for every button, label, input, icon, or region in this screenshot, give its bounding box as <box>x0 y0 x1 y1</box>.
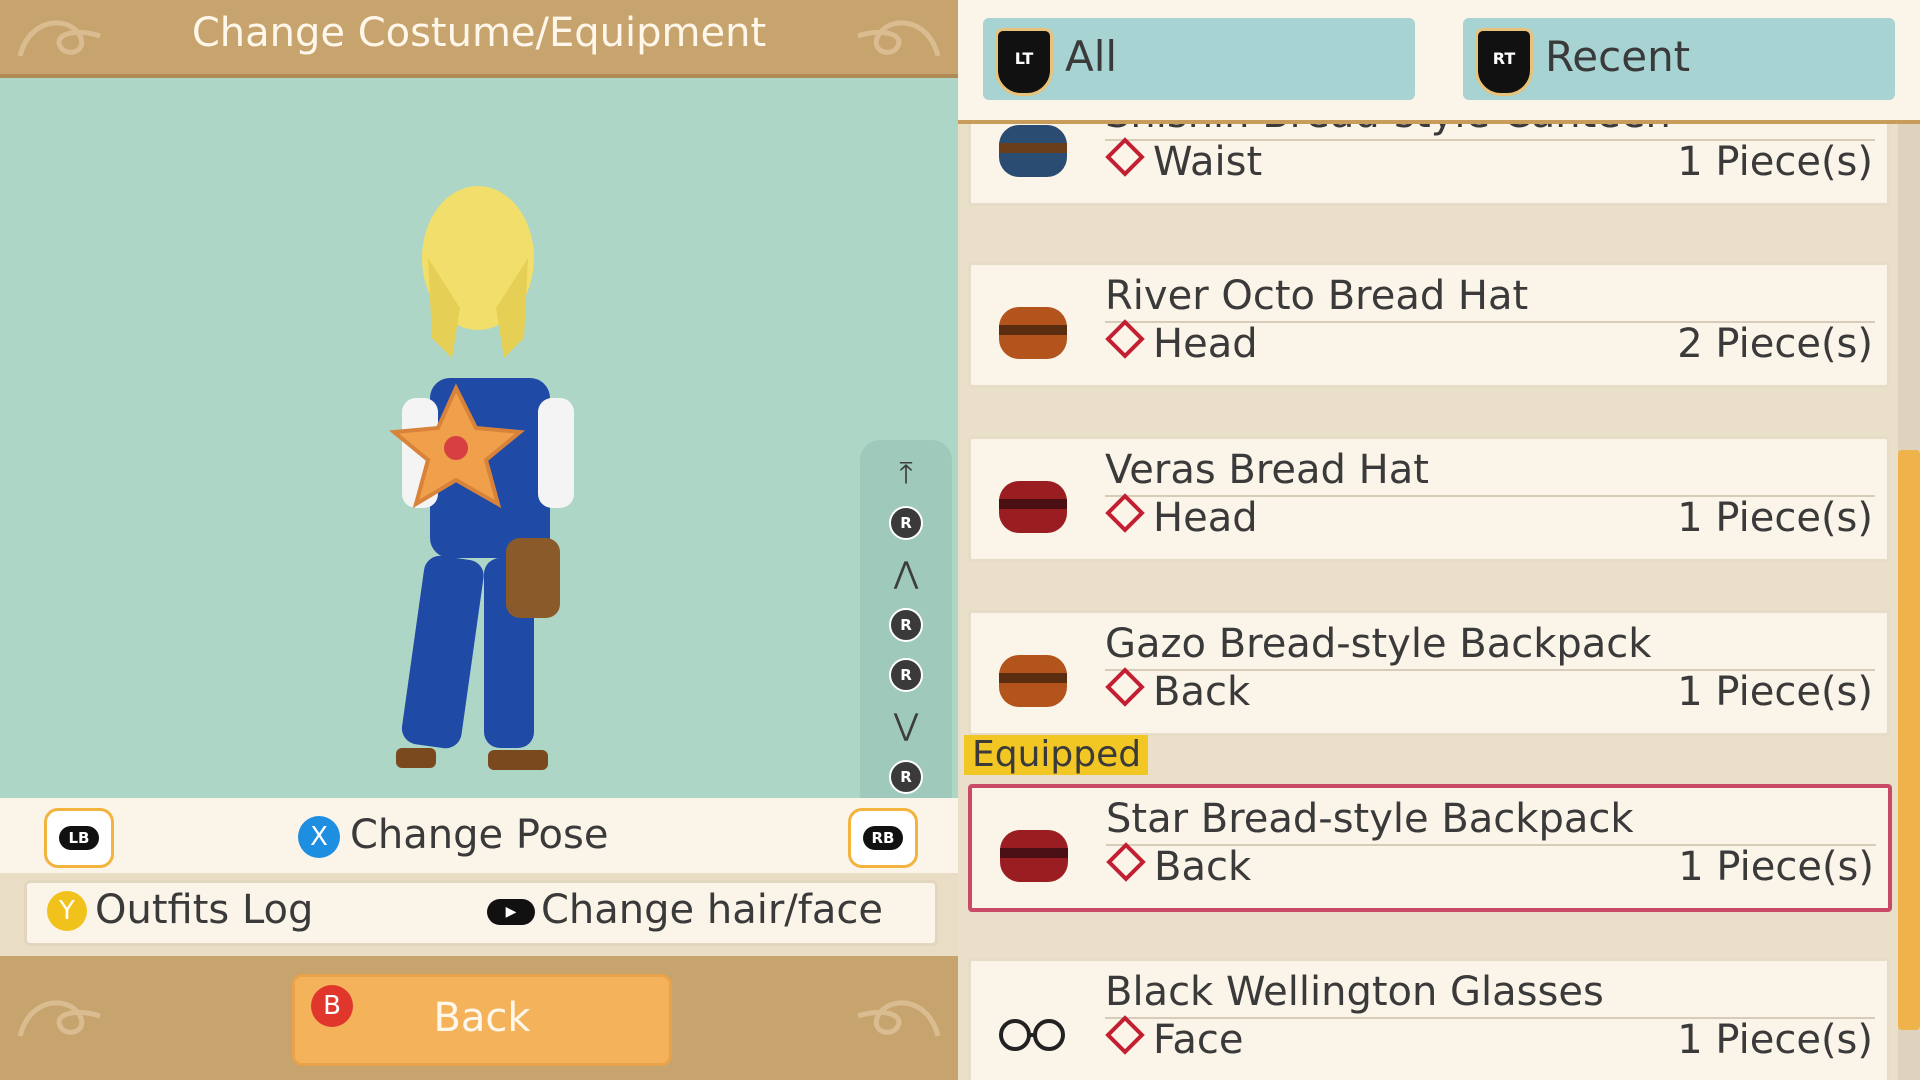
item-slot: Face <box>1105 1015 1244 1063</box>
backpack-icon <box>999 655 1067 707</box>
slot-label: Back <box>1154 844 1252 890</box>
r-label: R <box>889 506 923 540</box>
lb-button[interactable]: LB <box>44 808 114 868</box>
right-stick-right-icon[interactable]: R <box>878 658 934 698</box>
bread-hat-icon <box>999 481 1067 533</box>
item-name: Black Wellington Glasses <box>1105 969 1604 1015</box>
item-list[interactable]: Shishin Bread-style Canteen Waist 1 Piec… <box>958 124 1898 1080</box>
bread-hat-icon <box>999 307 1067 359</box>
slot-label: Head <box>1153 495 1258 541</box>
page-title: Change Costume/Equipment <box>191 10 767 56</box>
change-hair-face-button[interactable]: Change hair/face <box>541 887 883 933</box>
item-name: Star Bread-style Backpack <box>1106 796 1634 842</box>
lt-button-icon: LT <box>995 28 1053 96</box>
camera-down-icon[interactable]: ⋁ <box>878 708 934 748</box>
slot-label: Head <box>1153 321 1258 367</box>
right-stick-up-icon[interactable]: R <box>878 506 934 546</box>
outfits-log-button[interactable]: Outfits Log <box>95 887 313 933</box>
tab-all-label: All <box>1065 32 1118 81</box>
scrollbar[interactable] <box>1898 124 1920 1080</box>
camera-top-icon[interactable]: ⤒ <box>878 456 934 496</box>
ornament-icon <box>857 1000 941 1037</box>
right-stick-down-icon[interactable]: R <box>878 760 934 800</box>
slot-diamond-icon <box>1105 137 1145 177</box>
ornament-icon <box>17 1000 101 1037</box>
rb-button[interactable]: RB <box>848 808 918 868</box>
item-count: 1 Piece(s) <box>1678 844 1874 890</box>
tab-bar: LT All RT Recent <box>958 0 1920 124</box>
slot-label: Back <box>1153 669 1251 715</box>
item-panel: LT All RT Recent Shishin Bread-style Can… <box>958 0 1920 1080</box>
camera-up-icon[interactable]: ⋀ <box>878 556 934 596</box>
rt-button-icon: RT <box>1475 28 1533 96</box>
list-item-equipped[interactable]: Star Bread-style Backpack Back 1 Piece(s… <box>968 784 1892 912</box>
lb-label: LB <box>59 826 99 850</box>
item-count: 1 Piece(s) <box>1677 1017 1873 1063</box>
footer: B Back <box>0 956 958 1080</box>
item-name: Gazo Bread-style Backpack <box>1105 621 1652 667</box>
stick-icon[interactable]: ▶ <box>487 899 535 925</box>
rb-label: RB <box>863 826 903 850</box>
item-count: 2 Piece(s) <box>1677 321 1873 367</box>
back-label: Back <box>433 995 531 1041</box>
item-slot: Head <box>1105 319 1258 367</box>
tab-recent-label: Recent <box>1545 32 1691 81</box>
list-item[interactable]: Gazo Bread-style Backpack Back 1 Piece(s… <box>968 610 1890 736</box>
x-button-icon[interactable]: X <box>298 816 340 858</box>
options-bar: Y Outfits Log ▶ Change hair/face <box>24 880 938 946</box>
list-item[interactable]: Black Wellington Glasses Face 1 Piece(s) <box>968 958 1890 1080</box>
y-button-icon[interactable]: Y <box>47 891 87 931</box>
slot-diamond-icon <box>1105 319 1145 359</box>
list-item[interactable]: Shishin Bread-style Canteen Waist 1 Piec… <box>968 124 1890 206</box>
right-stick-left-icon[interactable]: R <box>878 608 934 648</box>
glasses-icon <box>999 1019 1065 1051</box>
r-label: R <box>889 608 923 642</box>
character-viewport[interactable]: ⤒ R ⋀ R R ⋁ R ⤓ <box>0 78 958 870</box>
pose-bar: LB X Change Pose RB <box>0 798 958 873</box>
back-button[interactable]: B Back <box>292 974 672 1066</box>
item-name: River Octo Bread Hat <box>1105 273 1529 319</box>
preview-panel: Change Costume/Equipment ⤒ R ⋀ R R ⋁ R L… <box>0 0 958 1080</box>
item-name: Shishin Bread-style Canteen <box>1105 124 1671 137</box>
slot-diamond-icon <box>1105 667 1145 707</box>
ornament-icon <box>857 20 941 57</box>
item-count: 1 Piece(s) <box>1677 495 1873 541</box>
r-label: R <box>889 760 923 794</box>
equipped-badge: Equipped <box>964 735 1148 775</box>
slot-diamond-icon <box>1105 1015 1145 1055</box>
item-slot: Waist <box>1105 137 1263 185</box>
slot-diamond-icon <box>1106 842 1146 882</box>
item-count: 1 Piece(s) <box>1677 139 1873 185</box>
item-slot: Back <box>1106 842 1252 890</box>
tab-all[interactable]: LT All <box>983 18 1415 100</box>
panel-header: Change Costume/Equipment <box>0 0 958 78</box>
canteen-icon <box>999 125 1067 177</box>
item-slot: Head <box>1105 493 1258 541</box>
tab-recent[interactable]: RT Recent <box>1463 18 1895 100</box>
r-label: R <box>889 658 923 692</box>
change-pose-label[interactable]: Change Pose <box>350 812 608 858</box>
scrollbar-thumb[interactable] <box>1898 450 1920 1030</box>
item-count: 1 Piece(s) <box>1677 669 1873 715</box>
character-model <box>388 186 574 770</box>
list-item[interactable]: River Octo Bread Hat Head 2 Piece(s) <box>968 262 1890 388</box>
slot-diamond-icon <box>1105 493 1145 533</box>
list-item[interactable]: Veras Bread Hat Head 1 Piece(s) <box>968 436 1890 562</box>
backpack-icon <box>1000 830 1068 882</box>
slot-label: Waist <box>1153 139 1263 185</box>
item-slot: Back <box>1105 667 1251 715</box>
slot-label: Face <box>1153 1017 1244 1063</box>
item-name: Veras Bread Hat <box>1105 447 1429 493</box>
